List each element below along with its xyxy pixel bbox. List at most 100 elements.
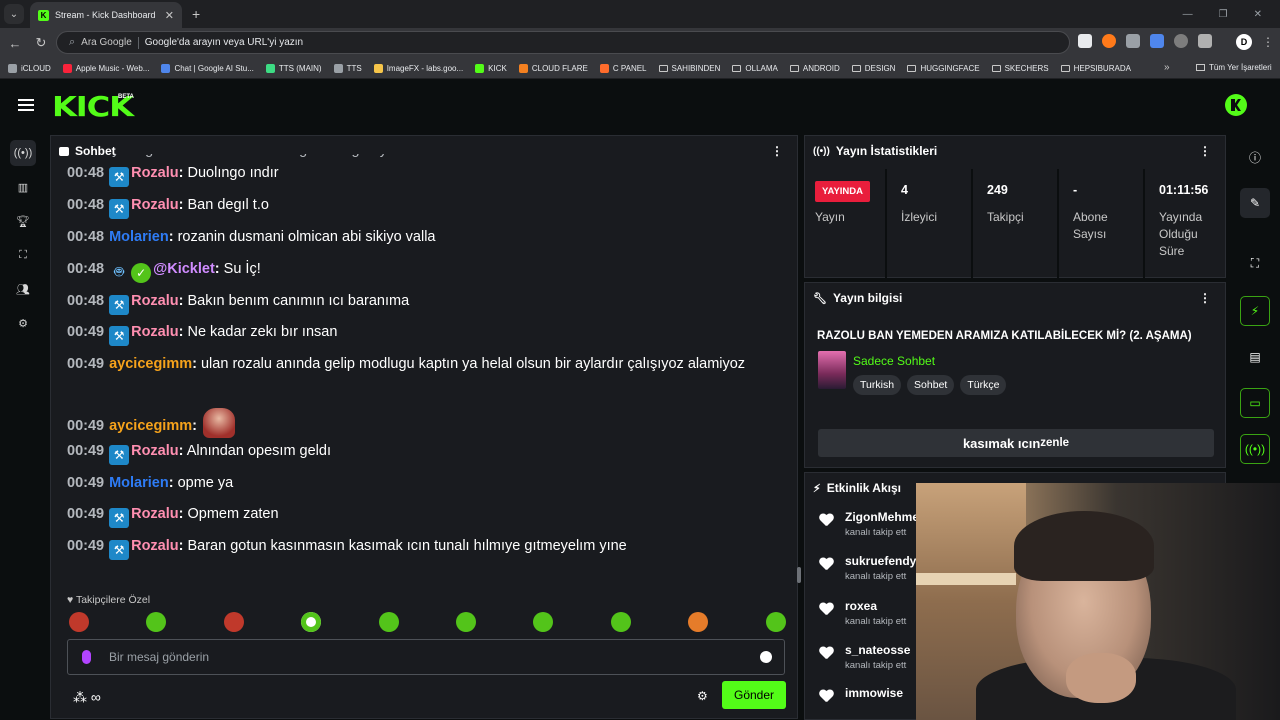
clip-nav-icon[interactable]: ⛶ — [10, 242, 36, 268]
message-username[interactable]: Rozalu — [131, 506, 179, 522]
folder-icon — [907, 64, 917, 72]
emote-icon[interactable] — [765, 612, 786, 632]
bookmark-item[interactable]: Chat | Google AI Stu... — [161, 63, 254, 73]
activity-username[interactable]: s_nateosse — [845, 643, 910, 657]
back-icon[interactable]: ← — [4, 36, 26, 51]
chat-settings-icon[interactable]: ⚙ — [697, 689, 708, 703]
chat-icon[interactable]: ▭ — [1240, 388, 1270, 418]
stats-menu-icon[interactable]: ⋮ — [1199, 144, 1211, 158]
message-username[interactable]: Rozalu — [131, 443, 179, 459]
bookmark-label: OLLAMA — [745, 63, 778, 73]
bookmark-item[interactable]: iCLOUD — [8, 63, 51, 73]
message-username[interactable]: Rozalu — [131, 197, 179, 213]
edit-pencil-icon[interactable]: ✎ — [1240, 188, 1270, 218]
extension-icon[interactable] — [1078, 34, 1092, 48]
info-menu-icon[interactable]: ⋮ — [1199, 291, 1211, 305]
bookmark-item[interactable]: Apple Music - Web... — [62, 63, 149, 73]
heart-icon — [819, 558, 833, 571]
close-window-icon[interactable]: ✕ — [1254, 9, 1262, 20]
settings-nav-icon[interactable]: ⚙ — [10, 310, 36, 336]
bolt-icon: ⚡︎ — [813, 482, 821, 495]
bookmark-item[interactable]: TTS (MAIN) — [265, 63, 322, 73]
extension-icon[interactable] — [1174, 34, 1188, 48]
chat-scrollbar[interactable] — [797, 567, 801, 583]
message-username[interactable]: Molarien — [109, 229, 169, 245]
kick-account-icon[interactable] — [1225, 94, 1247, 116]
activity-username[interactable]: immowise — [845, 686, 903, 700]
points-icon[interactable]: ⁂ ∞ — [73, 689, 101, 706]
stat-value: 249 — [987, 183, 1008, 197]
bookmark-item[interactable]: C PANEL — [599, 63, 647, 73]
close-tab-icon[interactable]: ✕ — [165, 9, 174, 22]
profile-avatar[interactable]: D — [1236, 34, 1252, 50]
extension-icon[interactable] — [1126, 34, 1140, 48]
lightning-icon[interactable]: ⚡︎ — [1240, 296, 1270, 326]
extension-icon[interactable] — [1102, 34, 1116, 48]
stat-viewers: 4 İzleyici — [887, 169, 973, 279]
bookmark-item[interactable]: CLOUD FLARE — [518, 63, 588, 73]
puzzle-icon[interactable] — [1198, 34, 1212, 48]
hamburger-menu-icon[interactable] — [18, 99, 34, 111]
emote-icon[interactable] — [69, 612, 89, 632]
bookmark-item[interactable]: SAHIBINDEN — [658, 64, 720, 73]
extension-icon[interactable] — [1150, 34, 1164, 48]
emoji-icon[interactable] — [760, 651, 772, 663]
clip-icon[interactable]: ⛶ — [1240, 248, 1270, 278]
chat-input-placeholder: Bir mesaj gönderin — [109, 650, 210, 664]
activity-username[interactable]: ZigonMehme — [845, 510, 919, 524]
emote-icon[interactable] — [610, 612, 631, 632]
tag: Sohbet — [907, 375, 955, 395]
message-username[interactable]: Rozalu — [131, 293, 179, 309]
message-username[interactable]: Rozalu — [131, 538, 179, 554]
send-button[interactable]: Gönder — [722, 681, 786, 709]
emote-icon[interactable] — [146, 612, 167, 632]
emote-icon[interactable] — [223, 612, 244, 632]
minimize-icon[interactable]: — — [1183, 9, 1193, 20]
message-username[interactable]: Molarien — [109, 475, 169, 491]
analytics-nav-icon[interactable]: ▥ — [10, 174, 36, 200]
bookmark-item[interactable]: HUGGINGFACE — [907, 64, 980, 73]
emote-icon[interactable] — [456, 612, 476, 632]
bookmark-item[interactable]: SKECHERS — [991, 64, 1049, 73]
bookmark-item[interactable]: HEPSIBURADA — [1060, 64, 1131, 73]
chat-message-partial: 00:4· aycicegimm: o sadece bana ingilizc… — [67, 154, 783, 162]
all-bookmarks-button[interactable]: Tüm Yer İşaretleri — [1196, 63, 1272, 72]
browser-tab[interactable]: K Stream - Kick Dashboard ✕ — [30, 2, 182, 28]
message-text: Baran gotun kasınmasın kasımak ıcın tuna… — [183, 538, 627, 554]
new-tab-button[interactable]: + — [192, 6, 200, 22]
restore-icon[interactable]: ❐ — [1219, 9, 1228, 20]
bookmark-item[interactable]: TTS — [333, 63, 362, 73]
browser-menu-icon[interactable]: ⋮ — [1262, 35, 1274, 49]
stream-nav-icon[interactable]: ((•)) — [10, 140, 36, 166]
tab-search-button[interactable]: ⌄ — [4, 4, 24, 24]
trophy-nav-icon[interactable]: 🏆︎ — [10, 208, 36, 234]
activity-username[interactable]: roxea — [845, 599, 877, 613]
message-username[interactable]: aycicegimm — [109, 418, 192, 434]
chat-input[interactable]: Bir mesaj gönderin — [67, 639, 785, 675]
microphone-icon[interactable] — [82, 650, 91, 664]
activity-username[interactable]: sukruefendy — [845, 554, 916, 568]
emote-icon[interactable] — [301, 612, 322, 632]
reload-icon[interactable]: ↻ — [30, 35, 52, 51]
message-username[interactable]: Rozalu — [131, 165, 179, 181]
message-username[interactable]: aycicegimm — [109, 356, 192, 372]
folder-icon — [732, 64, 742, 72]
category-link[interactable]: Sadece Sohbet — [853, 354, 935, 368]
bookmark-item[interactable]: OLLAMA — [732, 63, 778, 73]
bookmark-item[interactable]: ImageFX - labs.goo... — [373, 63, 463, 73]
broadcast-rail-icon[interactable]: ((•)) — [1240, 434, 1270, 464]
bookmark-item[interactable]: DESIGN — [851, 64, 895, 73]
bookmark-item[interactable]: KICK — [475, 63, 507, 73]
edit-stream-info-button[interactable]: kasımak ıcın zenle — [818, 429, 1214, 457]
message-username[interactable]: @Kicklet — [153, 261, 215, 277]
omnibox[interactable]: ⌕ Ara Google Google'da arayın veya URL'y… — [56, 31, 1070, 54]
info-icon[interactable]: ⓘ — [1240, 142, 1270, 172]
message-username[interactable]: Rozalu — [131, 324, 179, 340]
emote-icon[interactable] — [533, 612, 554, 632]
document-icon[interactable]: ▤ — [1240, 342, 1270, 372]
community-nav-icon[interactable]: 👥︎ — [10, 276, 36, 302]
emote-icon[interactable] — [378, 612, 399, 632]
bookmark-item[interactable]: ANDROID — [789, 64, 840, 73]
bookmarks-overflow-icon[interactable]: » — [1164, 62, 1170, 73]
emote-icon[interactable] — [688, 612, 709, 632]
